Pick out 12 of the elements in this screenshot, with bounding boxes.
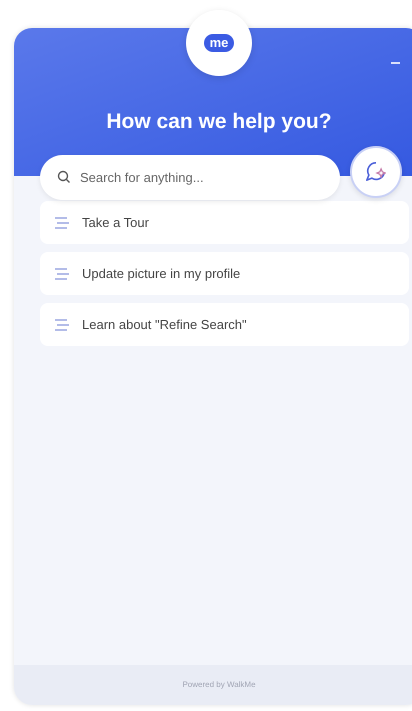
tour-item[interactable]: Learn about "Refine Search" bbox=[40, 303, 409, 346]
footer-text: Powered by WalkMe bbox=[182, 679, 256, 691]
tour-item[interactable]: Update picture in my profile bbox=[40, 252, 409, 295]
list-icon bbox=[54, 216, 70, 228]
search-icon bbox=[57, 170, 71, 184]
tour-item[interactable]: Take a Tour bbox=[40, 201, 409, 244]
search-field[interactable]: Search for anything... bbox=[40, 155, 340, 200]
list-icon bbox=[54, 318, 70, 330]
logo: me bbox=[204, 34, 234, 52]
list-icon bbox=[54, 268, 70, 280]
chat-sparkle-icon bbox=[366, 162, 386, 181]
header-title: How can we help you? bbox=[106, 109, 332, 135]
